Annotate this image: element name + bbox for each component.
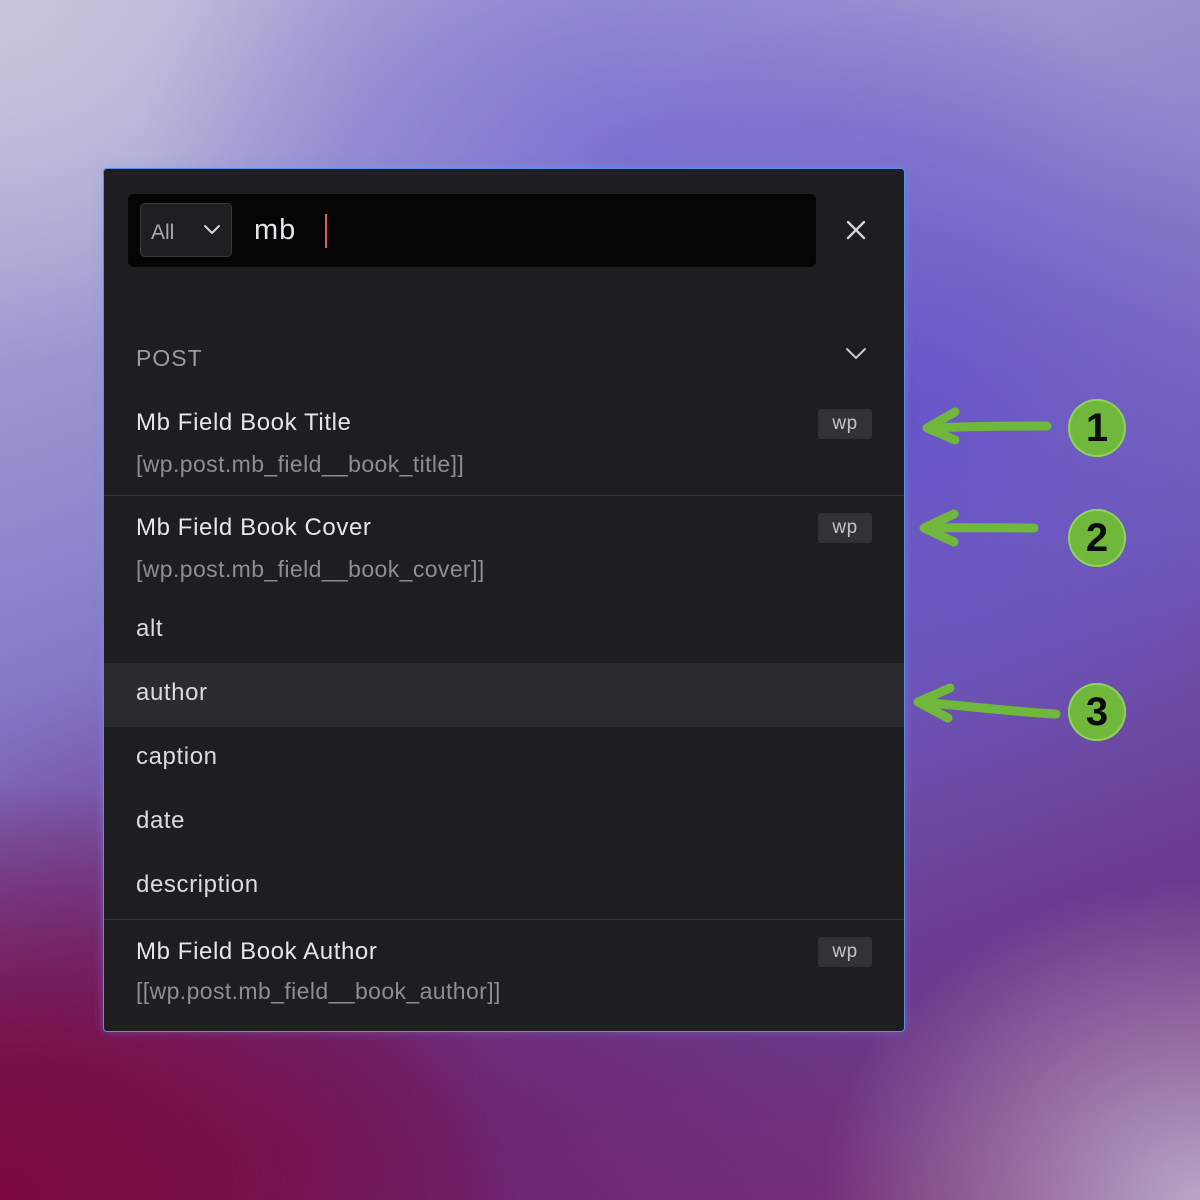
- field-title: Mb Field Book Author: [136, 938, 378, 965]
- text-caret: [325, 214, 327, 248]
- callout-badge: 3: [1068, 683, 1126, 741]
- search-input[interactable]: [254, 211, 794, 249]
- chevron-down-icon[interactable]: [844, 345, 868, 361]
- close-icon[interactable]: [842, 216, 870, 244]
- chevron-down-icon: [204, 225, 220, 234]
- field-title: Mb Field Book Title: [136, 409, 352, 436]
- arrow-left-icon: [919, 509, 1039, 547]
- subfield-label: alt: [136, 615, 164, 642]
- subfield-label: description: [136, 871, 259, 898]
- field-source-badge: wp: [818, 513, 872, 543]
- callout-badge: 1: [1068, 399, 1126, 457]
- subfield-item[interactable]: caption: [104, 727, 904, 791]
- field-code: [[wp.post.mb_field__book_author]]: [136, 978, 501, 1004]
- scope-select-value: All: [151, 221, 175, 244]
- field-code: [wp.post.mb_field__book_title]]: [136, 451, 465, 477]
- subfield-item[interactable]: description: [104, 855, 904, 919]
- subfield-item[interactable]: author: [104, 663, 904, 727]
- field-code: [wp.post.mb_field__book_cover]]: [136, 556, 485, 582]
- arrow-left-icon: [922, 407, 1052, 445]
- subfield-label: caption: [136, 743, 218, 770]
- subfield-item[interactable]: alt: [104, 599, 904, 663]
- callout-badge: 2: [1068, 509, 1126, 567]
- search-bar: All: [128, 194, 816, 267]
- field-item[interactable]: Mb Field Book Cover wp [wp.post.mb_field…: [104, 496, 904, 596]
- subfield-item[interactable]: date: [104, 791, 904, 855]
- section-title: POST: [136, 345, 203, 371]
- field-source-badge: wp: [818, 409, 872, 439]
- callout-number: 3: [1085, 690, 1109, 734]
- dynamic-data-picker: All POST Mb Field Book Title wp [wp.post…: [103, 168, 905, 1032]
- callout-number: 2: [1085, 516, 1109, 560]
- arrow-left-icon: [913, 683, 1061, 723]
- field-title: Mb Field Book Cover: [136, 514, 372, 541]
- scope-select[interactable]: All: [140, 203, 232, 257]
- field-item[interactable]: Mb Field Book Title wp [wp.post.mb_field…: [104, 395, 904, 495]
- field-item[interactable]: Mb Field Book Author wp [[wp.post.mb_fie…: [104, 920, 904, 1030]
- field-source-badge: wp: [818, 937, 872, 967]
- subfield-label: author: [136, 679, 208, 706]
- section-header[interactable]: POST: [104, 337, 904, 381]
- callout-number: 1: [1085, 406, 1109, 450]
- subfield-label: date: [136, 807, 186, 834]
